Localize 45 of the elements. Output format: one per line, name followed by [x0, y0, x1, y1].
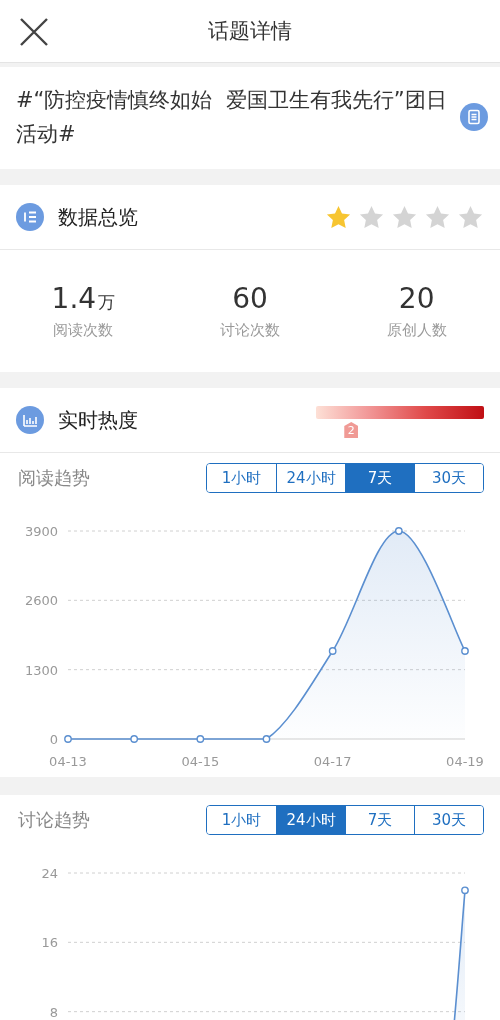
stat-value: 1.4	[51, 282, 97, 315]
range-tab[interactable]: 7天	[345, 464, 414, 492]
range-tab[interactable]: 30天	[414, 806, 483, 834]
axis-label: 04-19	[446, 754, 484, 769]
stat-label: 阅读次数	[53, 321, 114, 340]
stat-label: 原创人数	[386, 321, 447, 340]
star-icon	[391, 203, 418, 231]
axis-label: 8	[49, 1004, 58, 1020]
trend-title: 讨论趋势	[18, 808, 91, 832]
star-icon	[358, 203, 385, 231]
data-point	[328, 647, 337, 655]
list-icon	[16, 203, 44, 231]
data-point	[394, 527, 403, 535]
close-icon[interactable]	[18, 16, 50, 48]
axis-label: 1300	[24, 662, 58, 678]
axis-label: 04-13	[49, 754, 87, 769]
topic-title: #“防控疫情慎终如始 爱国卫生有我先行”团日活动#	[16, 87, 448, 148]
axis-label: 04-15	[181, 754, 220, 769]
document-icon	[460, 103, 488, 131]
axis-label: 0	[49, 732, 58, 747]
range-tab[interactable]: 30天	[414, 464, 483, 492]
trend-title: 阅读趋势	[18, 466, 91, 490]
chart-icon	[16, 406, 44, 434]
heat-marker: 2	[344, 422, 359, 438]
stat-value: 20	[398, 282, 435, 315]
data-point	[196, 735, 205, 743]
data-point	[262, 735, 271, 743]
data-point	[130, 735, 139, 743]
data-point	[64, 735, 72, 743]
axis-label: 24	[41, 866, 58, 881]
section-title: 实时热度	[58, 406, 139, 434]
star-icon	[457, 203, 484, 231]
section-title: 数据总览	[58, 203, 139, 231]
page-title: 话题详情	[208, 18, 292, 45]
star-icon	[424, 203, 451, 231]
star-icon	[325, 203, 352, 231]
stat-value: 60	[232, 282, 268, 315]
range-tab[interactable]: 24小时	[276, 806, 345, 834]
stat-label: 讨论次数	[220, 321, 280, 340]
axis-label: 3900	[24, 524, 58, 539]
axis-label: 2600	[24, 593, 58, 609]
data-point	[461, 647, 469, 655]
stat-unit: 万	[98, 292, 116, 312]
axis-label: 04-17	[313, 754, 352, 769]
axis-label: 16	[41, 935, 58, 951]
